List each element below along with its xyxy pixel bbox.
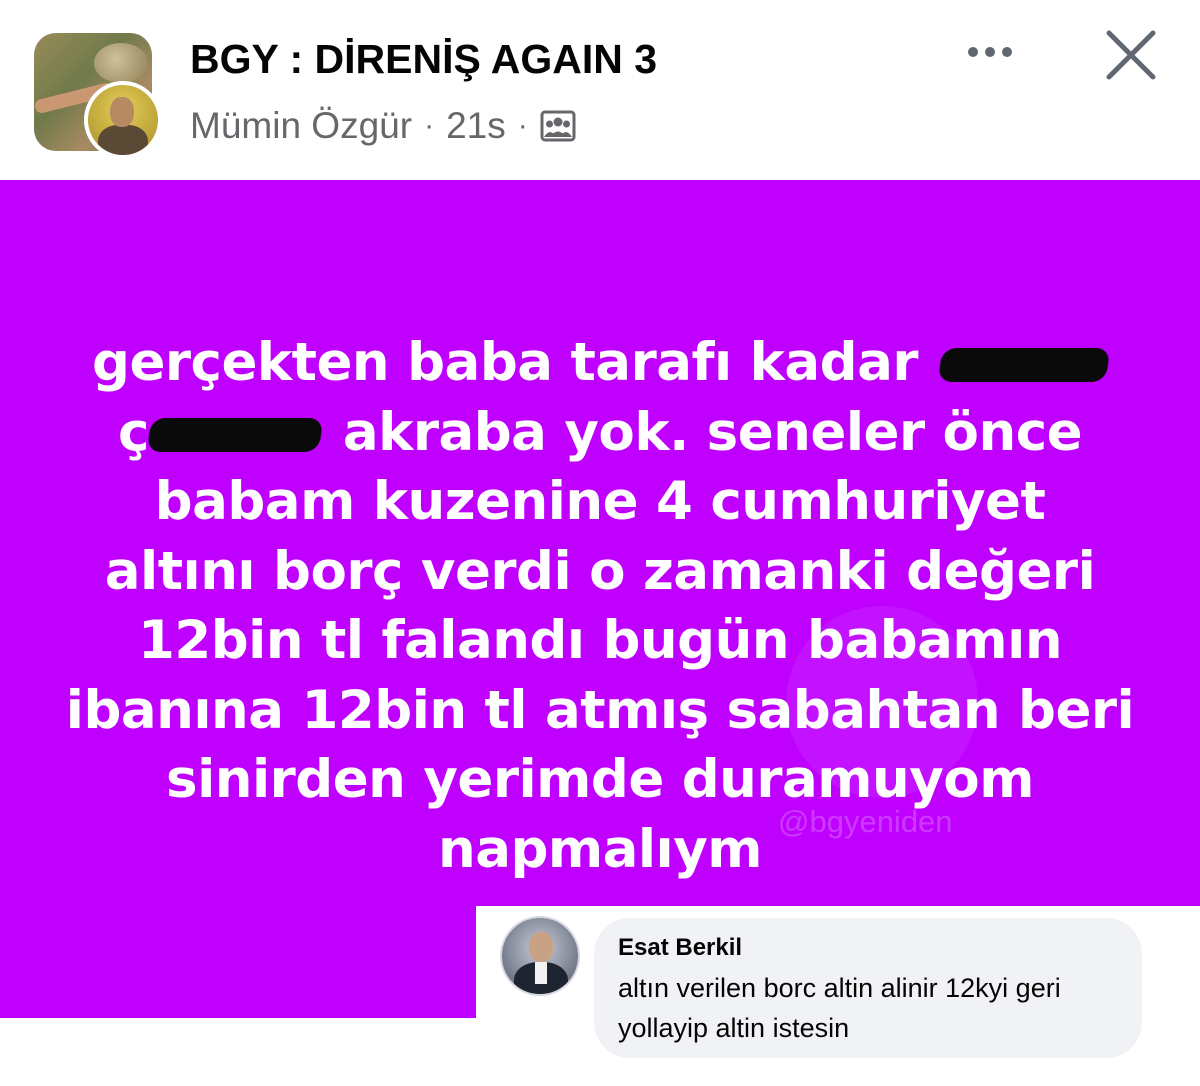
post-line-text: akraba yok. seneler önce xyxy=(342,401,1083,463)
post-meta: Mümin Özgür · 21s · xyxy=(190,104,576,148)
close-icon[interactable] xyxy=(1100,24,1162,86)
post-line-text: ç xyxy=(117,401,149,463)
comment: Esat Berkil altın verilen borc altin ali… xyxy=(476,906,1200,1086)
commenter-avatar[interactable] xyxy=(500,916,580,996)
comment-text-line: yollayip altin istesin xyxy=(618,1013,850,1043)
comment-author[interactable]: Esat Berkil xyxy=(618,932,1118,964)
meta-separator: · xyxy=(517,109,528,142)
avatar-shirt-art xyxy=(535,962,547,984)
post-line: sinirden yerimde duramuyom xyxy=(166,749,1034,810)
group-name[interactable]: BGY : DİRENİŞ AGAIN 3 xyxy=(190,36,657,83)
more-options-icon[interactable] xyxy=(958,34,1022,70)
post-line: altını borç verdi o zamanki değeri xyxy=(104,540,1096,602)
post-line: gerçekten baba tarafı kadar xyxy=(40,328,1160,398)
comment-bubble[interactable]: Esat Berkil altın verilen borc altin ali… xyxy=(594,918,1142,1058)
post-line: ç akraba yok. seneler önce xyxy=(40,398,1160,468)
post-viewer: BGY : DİRENİŞ AGAIN 3 Mümin Özgür · 21s … xyxy=(0,0,1200,1086)
avatar-cloud-art xyxy=(94,43,148,83)
comment-text-line: altın verilen borc altin alinir 12kyi ge… xyxy=(618,973,1061,1003)
author-avatar[interactable] xyxy=(84,81,162,159)
avatar-body-art xyxy=(98,125,148,155)
post-line-text: gerçekten baba tarafı kadar xyxy=(92,332,919,393)
post-line: babam kuzenine 4 cumhuriyet xyxy=(154,471,1046,532)
redaction-mark xyxy=(146,417,324,452)
avatar-face-art xyxy=(110,97,134,127)
more-dot xyxy=(985,47,995,57)
post-header: BGY : DİRENİŞ AGAIN 3 Mümin Özgür · 21s … xyxy=(0,0,1200,180)
post-timestamp[interactable]: 21s xyxy=(446,105,506,147)
more-dot xyxy=(1002,47,1012,57)
post-text-image[interactable]: @bgyeniden gerçekten baba tarafı kadar ç… xyxy=(0,180,1200,1018)
post-line: 12bin tl falandı bugün babamın xyxy=(137,610,1063,671)
post-body: gerçekten baba tarafı kadar ç akraba yok… xyxy=(40,328,1160,884)
author-name[interactable]: Mümin Özgür xyxy=(190,105,412,147)
redaction-mark xyxy=(937,348,1111,383)
comment-text: altın verilen borc altin alinir 12kyi ge… xyxy=(618,968,1118,1048)
meta-separator: · xyxy=(424,109,435,142)
avatar-face-art xyxy=(529,932,553,962)
more-dot xyxy=(968,47,978,57)
post-line: napmalıym xyxy=(437,818,763,880)
post-line: ibanına 12bin tl atmış sabahtan beri xyxy=(65,679,1135,741)
group-audience-icon xyxy=(540,109,576,143)
